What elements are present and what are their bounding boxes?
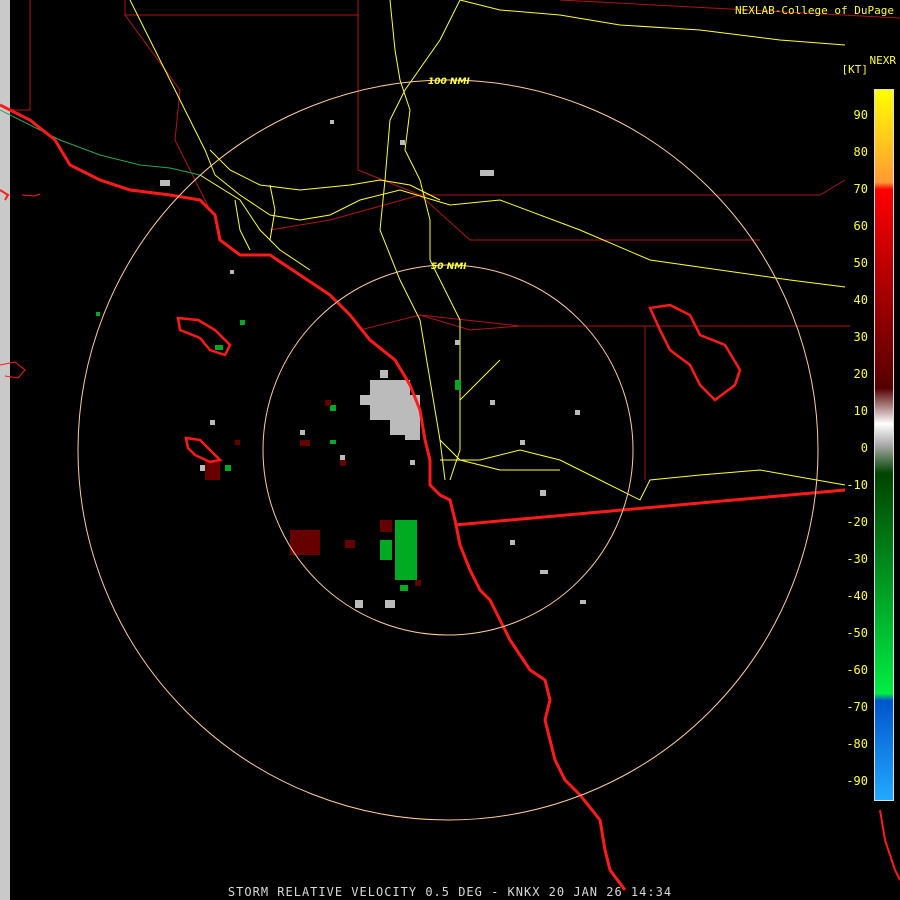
range-ring-50-label: 50 NMI <box>431 262 467 272</box>
color-scale-tick-label: 60 <box>853 219 868 233</box>
units-label: [KT] <box>841 63 869 76</box>
color-scale-tick-label: 80 <box>853 145 868 159</box>
color-scale-tick-label: -60 <box>846 663 868 677</box>
color-scale-tick-label: 40 <box>853 293 868 307</box>
radar-map: 50 NMI 100 NMI NEXLAB-College of DuPage … <box>0 0 900 900</box>
range-ring-100-label: 100 NMI <box>428 77 470 87</box>
credit-text: NEXLAB-College of DuPage <box>735 4 894 17</box>
island-outline <box>0 361 26 379</box>
color-scale-tick-label: 20 <box>853 367 868 381</box>
color-scale-tick-label: -50 <box>846 626 868 640</box>
color-scale-tick-label: -30 <box>846 552 868 566</box>
range-ring-50 <box>262 264 634 636</box>
color-scale-tick-label: -90 <box>846 774 868 788</box>
product-caption: STORM RELATIVE VELOCITY 0.5 DEG - KNKX 2… <box>227 885 673 899</box>
velocity-color-scale <box>874 89 894 801</box>
color-scale-tick-label: -40 <box>846 589 868 603</box>
color-scale-tick-label: 10 <box>853 404 868 418</box>
coastline <box>0 103 900 891</box>
highways <box>129 0 846 501</box>
map-canvas: 50 NMI 100 NMI <box>0 0 900 891</box>
color-scale-tick-label: 90 <box>853 108 868 122</box>
color-scale-tick-label: 70 <box>853 182 868 196</box>
color-scale-tick-label: 50 <box>853 256 868 270</box>
color-scale-tick-label: -10 <box>846 478 868 492</box>
product-title: NEXR <box>869 54 897 67</box>
color-scale-tick-label: -80 <box>846 737 868 751</box>
radar-returns <box>96 120 586 608</box>
color-scale-tick-label: 0 <box>860 441 868 455</box>
island-outline-2 <box>21 193 41 197</box>
color-scale-tick-label: -70 <box>846 700 868 714</box>
color-scale-tick-label: -20 <box>846 515 868 529</box>
color-scale-tick-label: 30 <box>853 330 868 344</box>
